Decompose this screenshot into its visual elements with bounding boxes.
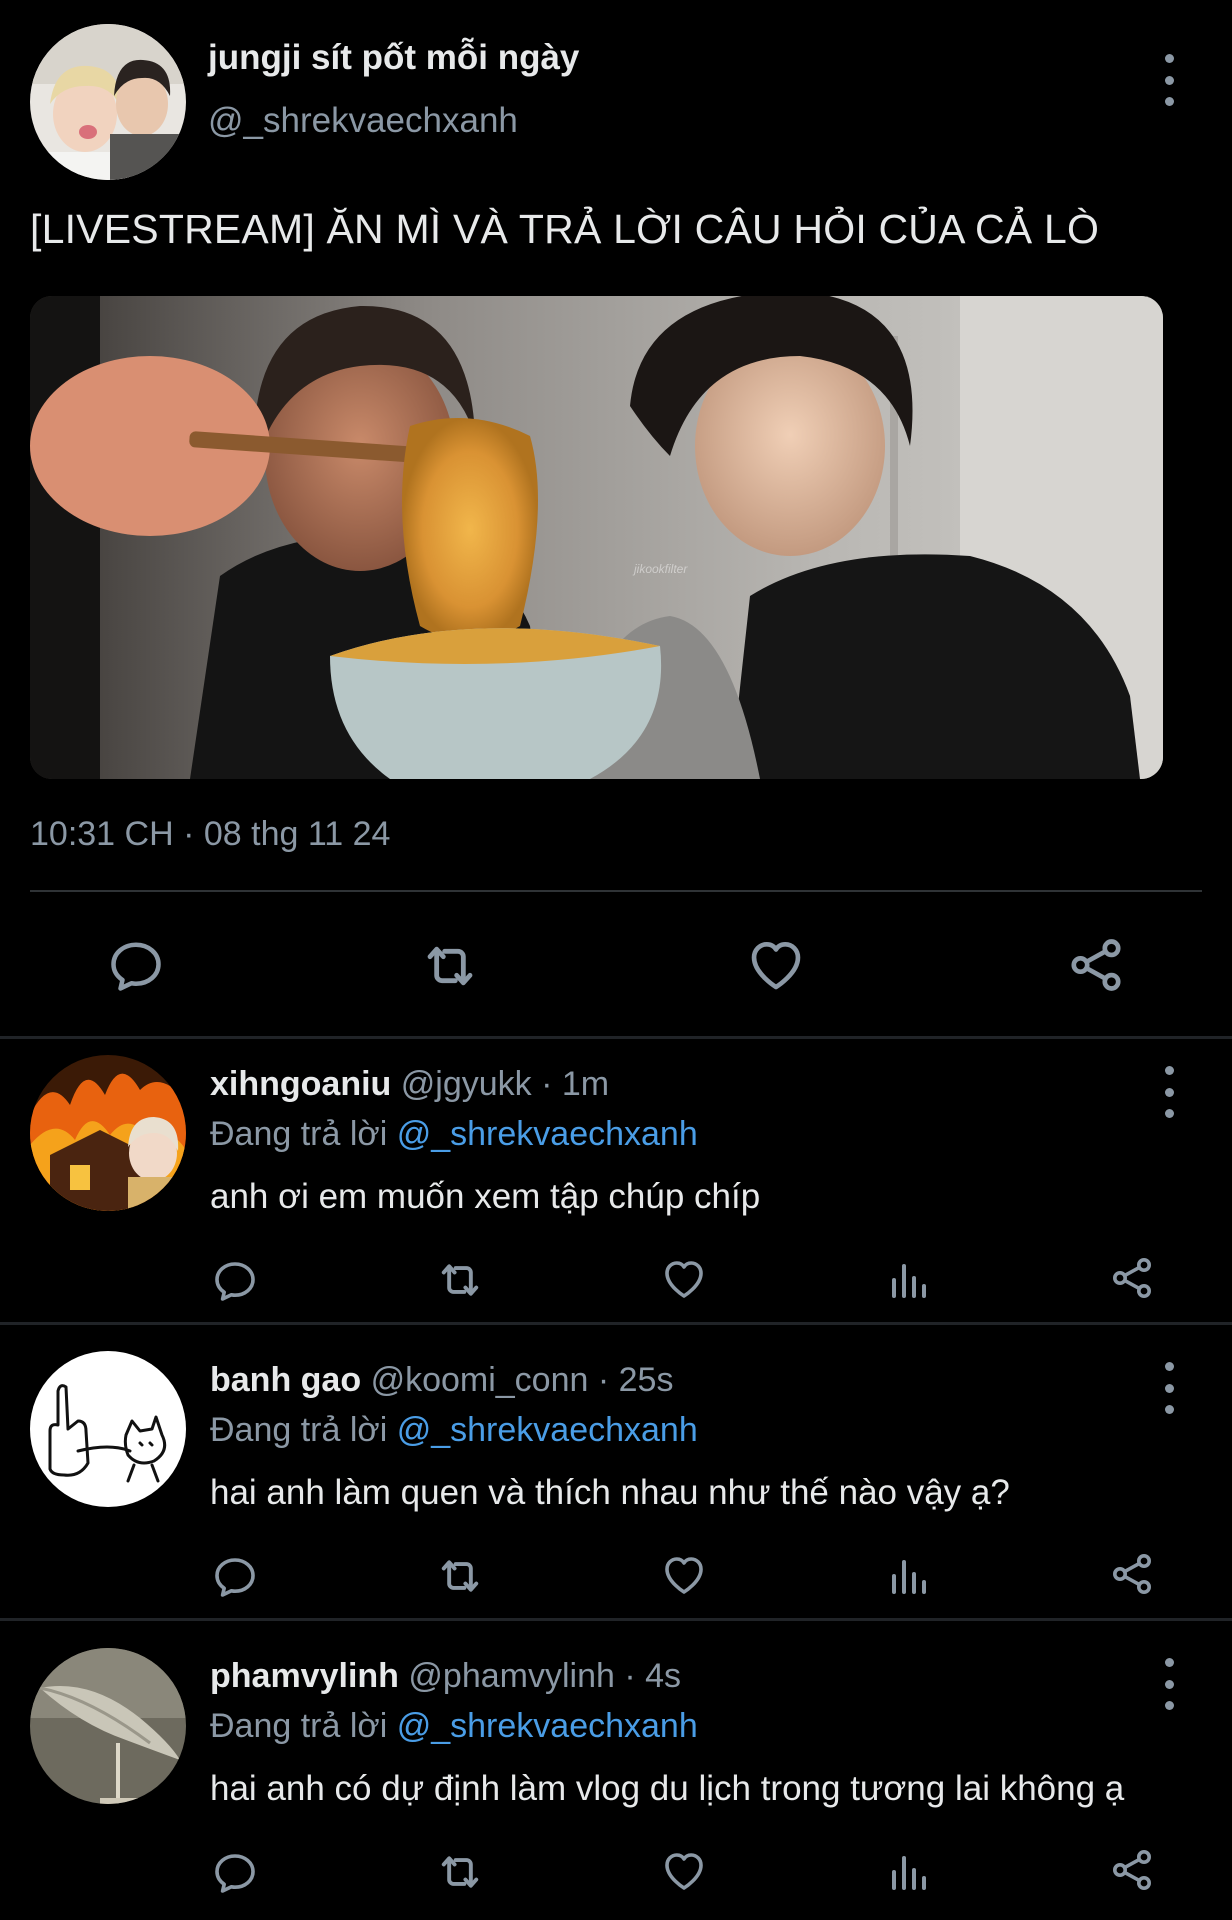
reply-avatar[interactable] — [30, 1648, 186, 1804]
reply-text: hai anh có dự định làm vlog du lịch tron… — [210, 1769, 1125, 1808]
replying-to-line: Đang trả lời @_shrekvaechxanh — [210, 1707, 698, 1746]
replying-to-label: Đang trả lời — [210, 1411, 388, 1449]
tweet-text: [LIVESTREAM] ĂN MÌ VÀ TRẢ LỜI CÂU HỎI CỦ… — [30, 206, 1100, 252]
reply-avatar[interactable] — [30, 1055, 186, 1211]
reply-author-handle[interactable]: @jgyukk — [401, 1065, 532, 1103]
share-icon[interactable] — [1108, 1550, 1156, 1598]
views-icon[interactable] — [884, 1256, 932, 1304]
media-watermark: jikookfilter — [634, 562, 688, 576]
tweet-timestamp[interactable]: 10:31 CH · 08 thg 11 24 — [30, 815, 390, 854]
replying-to-handle[interactable]: @_shrekvaechxanh — [397, 1411, 698, 1449]
reply-author-handle[interactable]: @phamvylinh — [408, 1657, 615, 1695]
like-icon[interactable] — [745, 934, 807, 996]
reply-time: · 25s — [597, 1361, 674, 1399]
reply-header: phamvylinh @phamvylinh · 4s — [210, 1657, 681, 1696]
reply-icon[interactable] — [211, 1849, 259, 1897]
retweet-icon[interactable] — [434, 1550, 486, 1602]
share-icon[interactable] — [1065, 934, 1127, 996]
reply-icon[interactable] — [211, 1553, 259, 1601]
more-vertical-icon[interactable] — [1164, 1066, 1174, 1118]
views-icon[interactable] — [884, 1552, 932, 1600]
retweet-icon[interactable] — [434, 1254, 486, 1306]
like-icon[interactable] — [660, 1551, 708, 1599]
section-divider — [0, 1618, 1232, 1621]
replying-to-label: Đang trả lời — [210, 1707, 388, 1745]
replying-to-label: Đang trả lời — [210, 1115, 388, 1153]
replying-to-line: Đang trả lời @_shrekvaechxanh — [210, 1411, 698, 1450]
replying-to-handle[interactable]: @_shrekvaechxanh — [397, 1707, 698, 1745]
like-icon[interactable] — [660, 1847, 708, 1895]
reply-header: xihngoaniu @jgyukk · 1m — [210, 1065, 609, 1104]
share-icon[interactable] — [1108, 1846, 1156, 1894]
more-vertical-icon[interactable] — [1164, 1362, 1174, 1414]
section-divider — [0, 1322, 1232, 1325]
reply-icon[interactable] — [211, 1257, 259, 1305]
reply-time: · 1m — [541, 1065, 610, 1103]
section-divider — [0, 1036, 1232, 1039]
share-icon[interactable] — [1108, 1254, 1156, 1302]
reply-header: banh gao @koomi_conn · 25s — [210, 1361, 673, 1400]
retweet-icon[interactable] — [418, 934, 482, 998]
like-icon[interactable] — [660, 1255, 708, 1303]
replying-to-line: Đang trả lời @_shrekvaechxanh — [210, 1115, 698, 1154]
reply-author-name[interactable]: xihngoaniu — [210, 1065, 391, 1103]
reply-text: hai anh làm quen và thích nhau như thế n… — [210, 1473, 1010, 1512]
more-vertical-icon[interactable] — [1164, 54, 1174, 106]
reply-avatar[interactable] — [30, 1351, 186, 1507]
views-icon[interactable] — [884, 1848, 932, 1896]
reply-text: anh ơi em muốn xem tập chúp chíp — [210, 1177, 761, 1216]
reply-author-name[interactable]: banh gao — [210, 1361, 361, 1399]
author-handle[interactable]: @_shrekvaechxanh — [208, 101, 518, 141]
reply-time: · 4s — [624, 1657, 682, 1695]
reply-author-name[interactable]: phamvylinh — [210, 1657, 399, 1695]
stats-divider — [30, 890, 1202, 892]
replying-to-handle[interactable]: @_shrekvaechxanh — [397, 1115, 698, 1153]
tweet-media-image[interactable]: jikookfilter — [30, 296, 1163, 779]
author-display-name[interactable]: jungji sít pốt mỗi ngày — [208, 38, 579, 78]
retweet-icon[interactable] — [434, 1846, 486, 1898]
more-vertical-icon[interactable] — [1164, 1658, 1174, 1710]
author-avatar[interactable] — [30, 24, 186, 180]
reply-author-handle[interactable]: @koomi_conn — [371, 1361, 589, 1399]
reply-icon[interactable] — [106, 936, 166, 996]
